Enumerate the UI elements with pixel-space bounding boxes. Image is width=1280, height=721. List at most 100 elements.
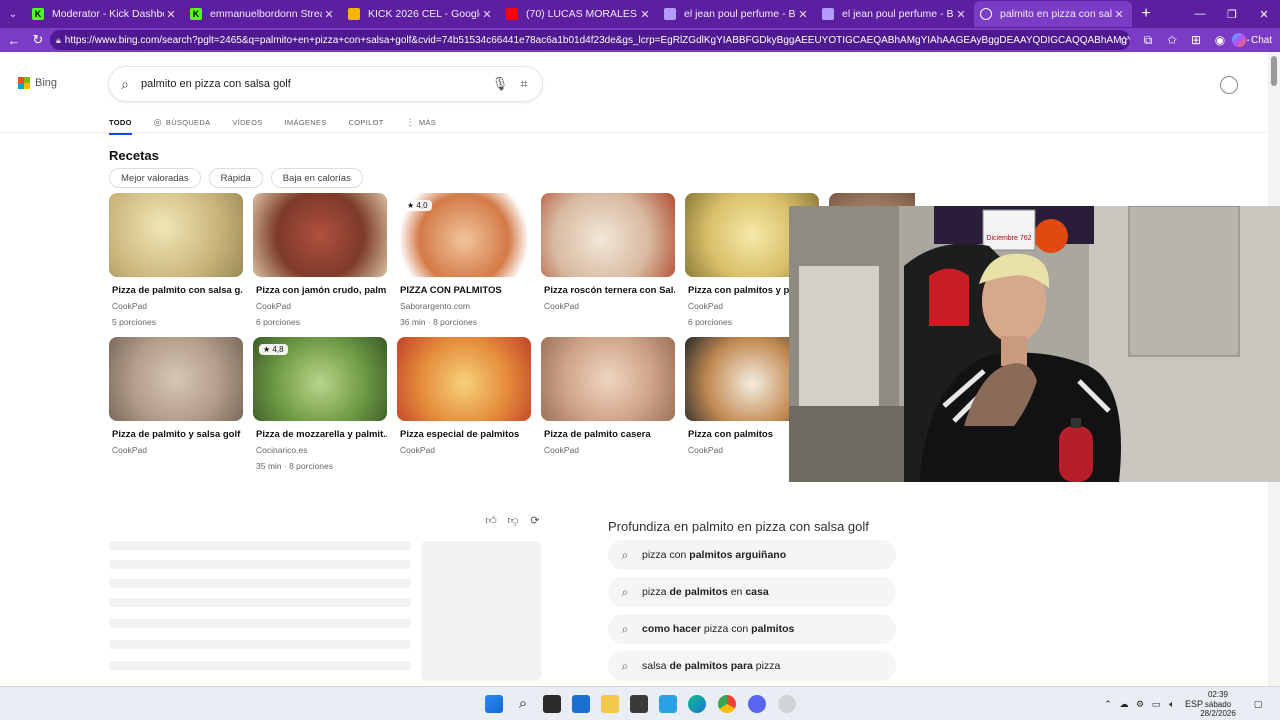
search-icon: ⌕ bbox=[621, 584, 629, 599]
close-tab-icon[interactable]: ✕ bbox=[1112, 8, 1126, 21]
scope-todo[interactable]: TODO bbox=[109, 118, 132, 135]
visual-search-icon[interactable]: ⌗ bbox=[512, 76, 536, 92]
recipe-card[interactable]: Pizza con jamón crudo, palm... CookPad 6 p… bbox=[253, 193, 387, 327]
search-box[interactable]: ⌕ palmito en pizza con salsa golf 🎙︎ ⌗ bbox=[109, 67, 542, 101]
related-search-item[interactable]: ⌕ pizza con palmitos arguiñano bbox=[608, 540, 896, 570]
recipe-title[interactable]: Pizza roscón ternera con Sal... bbox=[541, 285, 675, 296]
filter-chip[interactable]: Baja en calorías bbox=[270, 168, 363, 188]
recipe-title[interactable]: Pizza de palmito casera bbox=[541, 429, 675, 440]
collections-icon[interactable]: ⊞ bbox=[1184, 33, 1208, 47]
edge-icon[interactable] bbox=[688, 695, 706, 713]
scope-videos[interactable]: VÍDEOS bbox=[232, 118, 262, 127]
browser-tab[interactable]: (70) LUCAS MORALES | SET LI✕ bbox=[500, 1, 658, 27]
thumbs-up-icon[interactable]: 👍︎ bbox=[480, 514, 502, 527]
related-search-part: pizza bbox=[642, 586, 670, 598]
close-tab-icon[interactable]: ✕ bbox=[480, 8, 494, 21]
recipe-title[interactable]: Pizza de palmito y salsa golf bbox=[109, 429, 243, 440]
recipe-card[interactable]: ★ 4,8 Pizza de mozzarella y palmit... Coci… bbox=[253, 337, 387, 471]
tab-actions-chevron-icon[interactable]: ⌄ bbox=[0, 0, 26, 28]
browser-tab[interactable]: palmito en pizza con salsa golf - B✕ bbox=[974, 1, 1132, 27]
minimize-icon[interactable]: — bbox=[1184, 0, 1216, 28]
copilot-chat-button[interactable]: Chat bbox=[1232, 31, 1276, 49]
browser-tab[interactable]: Kemmanuelbordonn Stream - Watc✕ bbox=[184, 1, 342, 27]
browser-tab[interactable]: K Moderator - Kick Dashboard✕ bbox=[26, 1, 184, 27]
recipe-meta: 36 min · 8 porciones bbox=[400, 317, 478, 327]
favorites-list-icon[interactable]: ✩ bbox=[1160, 33, 1184, 47]
close-tab-icon[interactable]: ✕ bbox=[638, 8, 652, 21]
recipe-card[interactable]: Pizza roscón ternera con Sal... CookPad bbox=[541, 193, 675, 311]
onedrive-cloud-icon[interactable]: ☁ bbox=[1116, 699, 1132, 710]
close-tab-icon[interactable]: ✕ bbox=[796, 8, 810, 21]
network-icon[interactable]: ▭ bbox=[1148, 699, 1164, 710]
system-clock[interactable]: 02:39 sábado 28/2/2026 bbox=[1198, 690, 1238, 719]
tray-app-icon[interactable]: ⚙ bbox=[1132, 699, 1148, 710]
volume-icon[interactable]: 🔈︎ bbox=[1164, 699, 1180, 710]
close-window-icon[interactable]: ✕ bbox=[1248, 0, 1280, 28]
share-icon[interactable]: ⟳ bbox=[524, 514, 546, 527]
settings-gear-icon[interactable] bbox=[778, 695, 796, 713]
recipe-title[interactable]: Pizza especial de palmitos bbox=[397, 429, 531, 440]
browser-tab-bar: ⌄ KModerator - Kick Dashboard✕Kemmanuelb… bbox=[0, 0, 1280, 28]
recipe-title[interactable]: Pizza de palmito con salsa g... bbox=[109, 285, 243, 296]
thumbs-down-icon[interactable]: 👎︎ bbox=[502, 514, 524, 527]
tab-title: KICK 2026 CEL - Google Drive bbox=[368, 8, 480, 20]
recipe-card[interactable]: Pizza especial de palmitos CookPad bbox=[397, 337, 531, 455]
recipe-card[interactable]: Pizza de palmito casera CookPad bbox=[541, 337, 675, 455]
browser-tab[interactable]: el jean poul perfume - Búsqueda✕ bbox=[658, 1, 816, 27]
widgets-icon[interactable] bbox=[572, 695, 590, 713]
recipe-meta: 6 porciones bbox=[256, 317, 300, 327]
tray-chevron-up-icon[interactable]: ⌃ bbox=[1100, 699, 1116, 710]
recipe-card[interactable]: ★ 4,0 PIZZA CON PALMITOS Saborargento.com 3… bbox=[397, 193, 531, 327]
discord-icon[interactable] bbox=[748, 695, 766, 713]
reload-icon[interactable]: ↻ bbox=[26, 28, 50, 52]
related-search-item[interactable]: ⌕ pizza de palmitos en casa bbox=[608, 577, 896, 607]
taskbar-search-icon[interactable]: ⌕ bbox=[514, 695, 532, 713]
address-bar[interactable]: 🔒︎ https://www.bing.com/search?pglt=2465… bbox=[50, 30, 1130, 50]
extensions-icon[interactable]: ⧉ bbox=[1136, 33, 1160, 48]
favorite-star-icon[interactable]: ☆ bbox=[1112, 33, 1136, 47]
bing-icon bbox=[664, 8, 676, 20]
search-icon[interactable]: ⌕ bbox=[109, 76, 141, 93]
scrollbar-thumb[interactable] bbox=[1271, 56, 1277, 86]
account-avatar-icon[interactable] bbox=[1220, 76, 1238, 94]
close-tab-icon[interactable]: ✕ bbox=[164, 8, 178, 21]
browser-tab[interactable]: KICK 2026 CEL - Google Drive✕ bbox=[342, 1, 500, 27]
loading-placeholder bbox=[109, 640, 411, 649]
rating-value: 4,8 bbox=[272, 345, 284, 354]
restore-icon[interactable]: ❐ bbox=[1216, 0, 1248, 28]
bing-logo[interactable]: Bing bbox=[18, 77, 57, 89]
recipe-title[interactable]: PIZZA CON PALMITOS bbox=[397, 285, 531, 296]
related-search-item[interactable]: ⌕ salsa de palmitos para pizza bbox=[608, 651, 896, 681]
task-view-icon[interactable] bbox=[543, 695, 561, 713]
bing-icon bbox=[822, 8, 834, 20]
scope-copilot[interactable]: COPILOT bbox=[349, 118, 384, 127]
related-search-item[interactable]: ⌕ como hacer pizza con palmitos bbox=[608, 614, 896, 644]
file-explorer-icon[interactable] bbox=[601, 695, 619, 713]
filter-chip[interactable]: Rápida bbox=[208, 168, 263, 188]
close-tab-icon[interactable]: ✕ bbox=[322, 8, 336, 21]
microphone-icon[interactable]: 🎙︎ bbox=[488, 76, 512, 92]
scope-busqueda[interactable]: ◎ BÚSQUEDA bbox=[154, 117, 211, 128]
start-windows-icon[interactable] bbox=[485, 695, 503, 713]
browser-tab[interactable]: el jean poul perfume - Búsqueda✕ bbox=[816, 1, 974, 27]
close-tab-icon[interactable]: ✕ bbox=[954, 8, 968, 21]
search-scopes: TODO ◎ BÚSQUEDA VÍDEOS IMÁGENES COPILOT ⋮… bbox=[109, 112, 458, 135]
search-icon: ⌕ bbox=[621, 621, 629, 636]
recipe-title[interactable]: Pizza con jamón crudo, palm... bbox=[253, 285, 387, 296]
scope-imagenes[interactable]: IMÁGENES bbox=[285, 118, 327, 127]
store-icon[interactable] bbox=[630, 695, 648, 713]
recipe-card[interactable]: Pizza de palmito con salsa g... CookPad 5 … bbox=[109, 193, 243, 327]
profile-icon[interactable]: ◉ bbox=[1208, 33, 1232, 47]
recipe-source: CookPad bbox=[256, 301, 291, 311]
back-arrow-icon[interactable]: ← bbox=[2, 28, 26, 52]
recipe-card[interactable]: Pizza de palmito y salsa golf CookPad bbox=[109, 337, 243, 455]
network-app-icon[interactable] bbox=[659, 695, 677, 713]
notification-icon[interactable]: ▢ bbox=[1250, 699, 1266, 710]
scope-mas[interactable]: ⋮ MÁS bbox=[406, 117, 436, 128]
new-tab-plus-icon[interactable]: + bbox=[1132, 5, 1160, 23]
search-query[interactable]: palmito en pizza con salsa golf bbox=[141, 78, 488, 90]
chrome-icon[interactable] bbox=[718, 695, 736, 713]
feedback-buttons: 👍︎ 👎︎ ⟳ bbox=[480, 514, 546, 527]
recipe-title[interactable]: Pizza de mozzarella y palmit... bbox=[253, 429, 387, 440]
filter-chip[interactable]: Mejor valoradas bbox=[109, 168, 201, 188]
